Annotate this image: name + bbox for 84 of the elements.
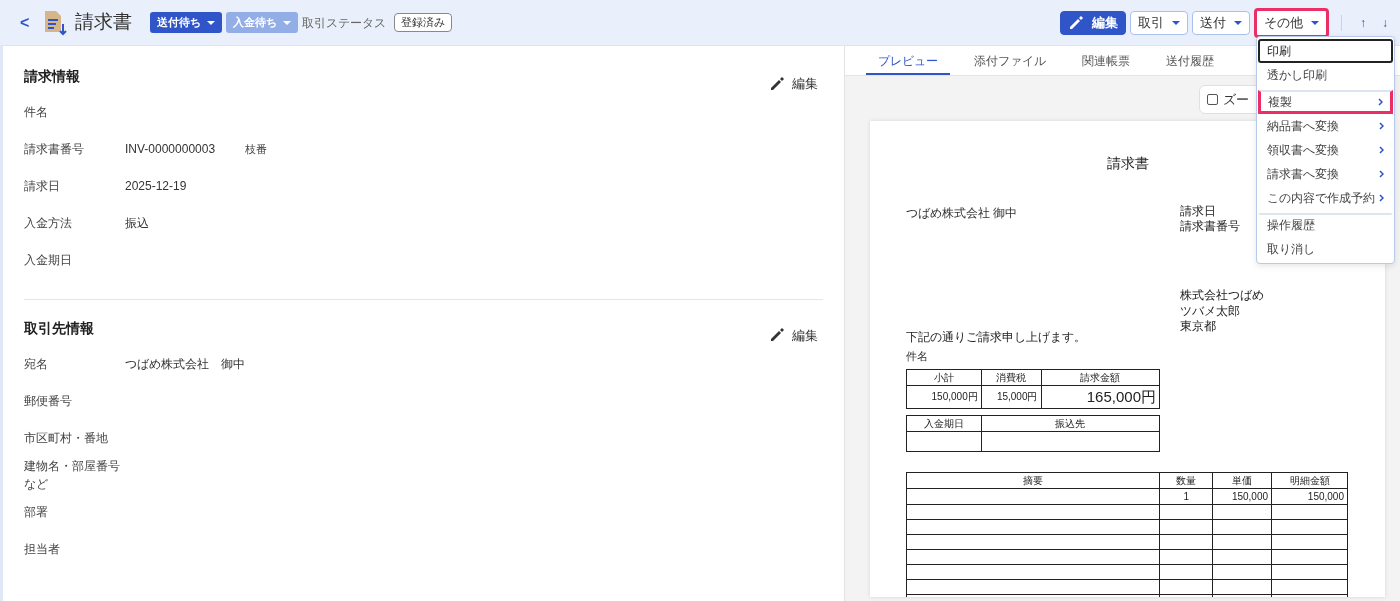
section-title: 取引先情報 [24,318,94,338]
field-label: 請求書番号 [24,141,85,158]
column-header: 単価 [1212,472,1272,489]
field-label: 宛名 [24,355,49,373]
column-header: 入金期日 [906,415,982,432]
field-label: 枝番 [245,141,268,157]
field-label: 入金期日 [24,252,73,269]
caret-icon [1234,20,1242,25]
tab[interactable]: プレビュー [866,52,950,75]
issuer-detail: 東京都 [1180,319,1217,334]
chevron-right-icon [1377,97,1383,106]
chevron-right-icon [1378,146,1384,154]
menu-item[interactable]: 領収書へ変換 [1258,138,1393,162]
document-title: 請求書 [1106,154,1149,173]
status-caption: 取引ステータス [302,14,387,32]
column-header: 消費税 [981,369,1041,385]
dropdown-button[interactable]: 送付 [1192,10,1250,35]
menu-item[interactable]: 印刷 [1258,39,1393,63]
page-title: 請求書 [75,10,133,35]
field-value: 振込 [125,215,149,232]
table-cell: 150,000円 [906,385,982,409]
checkbox-label: ズー [1223,90,1249,109]
tab[interactable]: 関連帳票 [1070,52,1142,75]
tab[interactable]: 添付ファイル [962,52,1058,75]
chevron-right-icon [1378,122,1384,130]
field-label: 郵便番号 [24,392,73,410]
dropdown-button[interactable]: 取引 [1130,10,1188,35]
column-header: 数量 [1159,472,1213,489]
pencil-icon [769,327,785,344]
subject-label: 件名 [906,349,929,364]
caret-icon [1311,20,1319,25]
field-value: INV-0000000003 [125,141,216,158]
table-cell: 15,000円 [981,385,1041,409]
field-label: 請求日 [24,178,61,195]
chevron-right-icon [1378,194,1384,202]
column-header: 振込先 [981,415,1160,432]
edit-button[interactable]: 編集 [769,74,818,94]
menu-item[interactable]: 透かし印刷 [1258,63,1393,87]
document-download-icon [43,9,68,36]
edit-button[interactable]: 編集 [769,325,818,345]
column-header: 明細金額 [1271,472,1348,489]
table-cell: 150,000 [1271,488,1348,505]
status-badge: 登録済み [394,13,453,32]
status-dropdown[interactable]: 送付待ち [150,12,223,33]
field-label: 入金方法 [24,215,73,232]
pencil-icon [1068,14,1084,31]
recipient-name: つばめ株式会社 御中 [906,205,1019,222]
meta-label: 請求書番号 [1180,219,1241,234]
greeting-text: 下記の通りご請求申し上げます。 [906,330,1087,345]
checkbox[interactable] [1207,94,1218,105]
table-cell: 165,000円 [1041,385,1160,409]
menu-item[interactable]: 請求書へ変換 [1258,162,1393,186]
menu-item[interactable]: この内容で作成予約 [1258,186,1393,210]
edit-button[interactable]: 編集 [1060,10,1126,35]
column-header: 請求金額 [1041,369,1160,385]
menu-item[interactable]: 操作履歴 [1258,213,1393,237]
back-button[interactable]: < [20,10,30,35]
field-label: 担当者 [24,540,61,558]
table-cell: 1 [1159,488,1213,505]
field-label: 部署 [24,503,49,521]
menu-item[interactable]: 納品書へ変換 [1258,114,1393,138]
caret-icon [1172,20,1180,25]
field-label: 市区町村・番地 [24,429,109,447]
chevron-right-icon [1378,170,1384,178]
caret-icon [283,20,292,25]
table-cell: 150,000 [1212,488,1272,505]
field-value: つばめ株式会社 御中 [125,355,245,373]
caret-icon [207,20,216,25]
issuer-detail: ツバメ太郎 [1180,304,1241,319]
field-label: 建物名・部屋番号など [24,457,121,493]
column-header: 小計 [906,369,982,385]
pencil-icon [769,75,785,92]
previous-button[interactable]: ↑ [1354,13,1372,32]
next-button[interactable]: ↓ [1376,13,1394,32]
meta-label: 請求日 [1180,204,1217,219]
section-title: 請求情報 [24,67,80,86]
field-label: 件名 [24,104,49,121]
tab[interactable]: 送付履歴 [1154,52,1226,75]
field-value: 2025-12-19 [125,178,187,195]
menu-item[interactable]: 取り消し [1258,237,1393,261]
column-header: 摘要 [906,472,1160,489]
issuer-name: 株式会社つばめ [1180,287,1264,304]
menu-item[interactable]: 複製 [1258,90,1393,114]
dropdown-button[interactable]: その他 [1254,7,1329,38]
